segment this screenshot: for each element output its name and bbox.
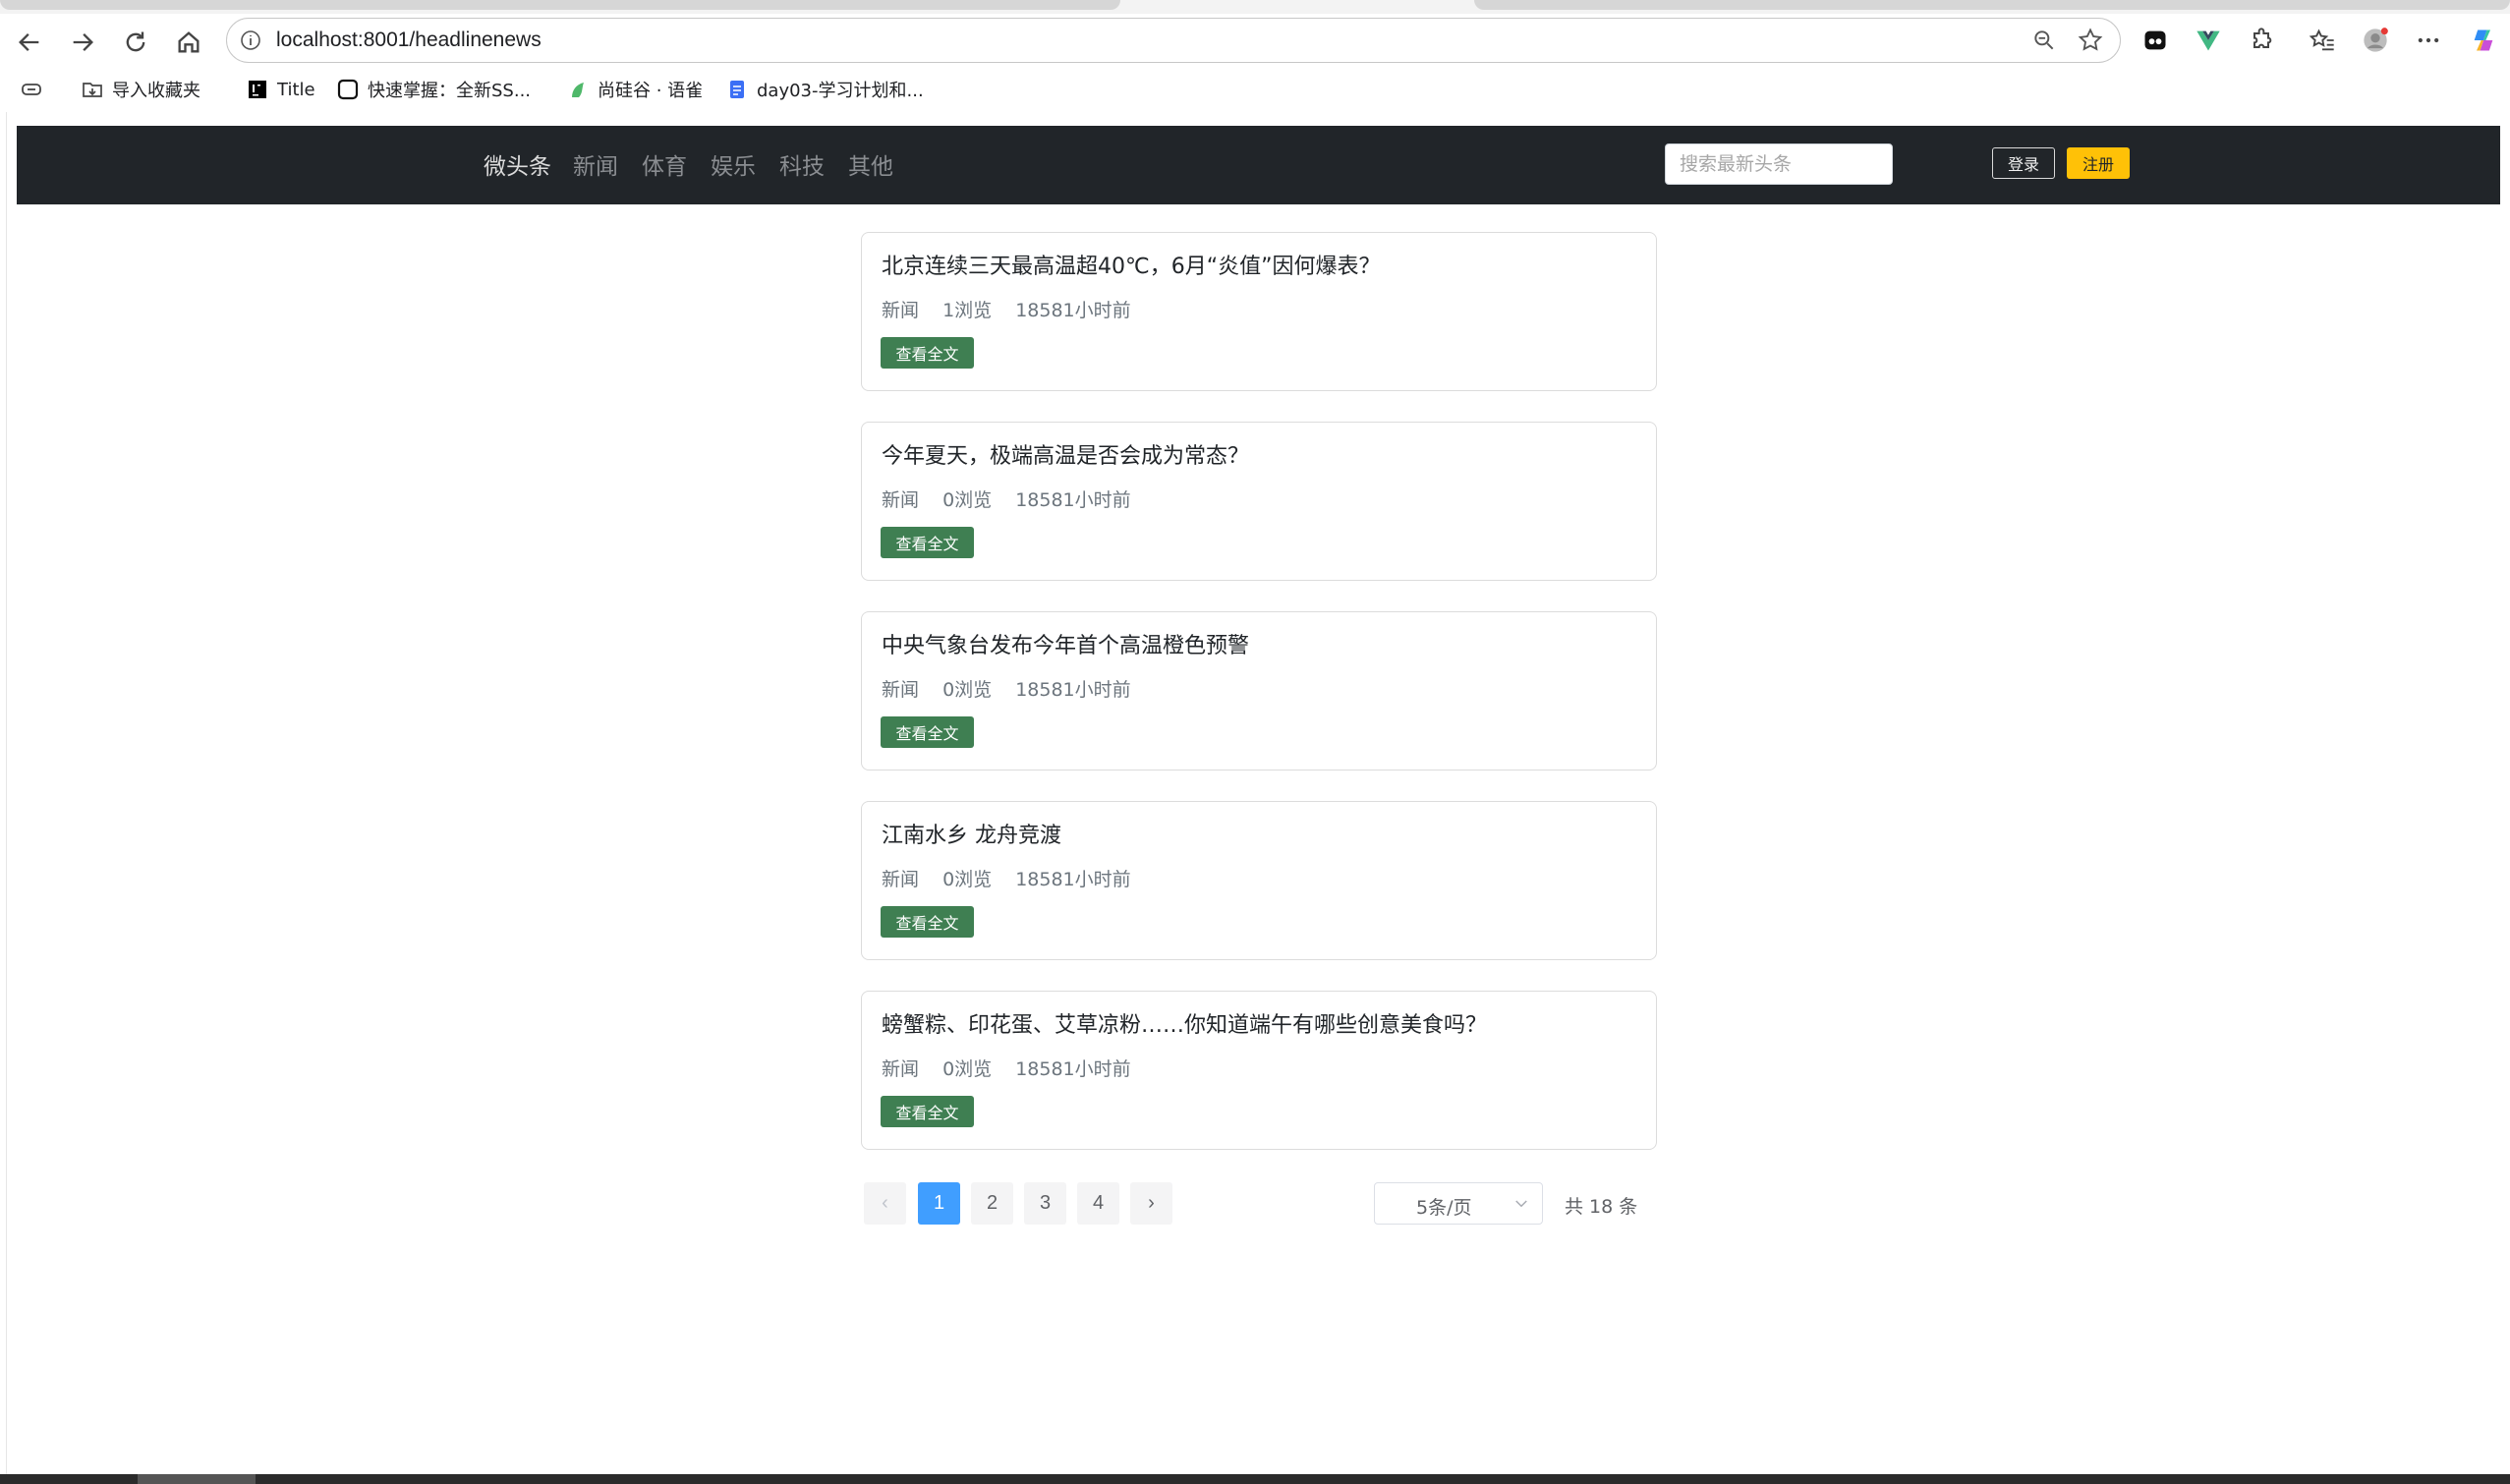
forward-icon[interactable] (67, 27, 98, 58)
extensions-puzzle-icon[interactable] (2247, 26, 2276, 55)
news-category: 新闻 (882, 489, 920, 511)
nav-link-news[interactable]: 新闻 (573, 147, 618, 181)
page-button-2[interactable]: 2 (971, 1182, 1013, 1225)
bookmark-day03[interactable]: day03-学习计划和... (725, 77, 924, 102)
home-icon[interactable] (173, 27, 204, 58)
nav-link-sports[interactable]: 体育 (642, 147, 687, 181)
brand-logo[interactable]: 微头条 (484, 147, 551, 181)
search-input[interactable] (1665, 143, 1893, 185)
prev-page-button[interactable]: ‹ (864, 1182, 906, 1225)
bookmark-label: 快速掌握：全新SS... (368, 81, 532, 101)
news-meta: 新闻 0浏览 18581小时前 (882, 485, 1149, 512)
site-navbar: 微头条 新闻 体育 娱乐 科技 其他 登录 注册 (17, 126, 2500, 204)
read-full-button[interactable]: 查看全文 (881, 1096, 974, 1127)
favorite-star-icon[interactable] (2077, 27, 2104, 54)
page-size-value: 5条/页 (1416, 1197, 1472, 1219)
news-meta: 新闻 1浏览 18581小时前 (882, 296, 1149, 322)
terminal-icon (336, 78, 360, 101)
bookmark-label: Title (277, 79, 315, 100)
news-title[interactable]: 中央气象台发布今年首个高温橙色预警 (882, 628, 1249, 659)
nav-link-entertainment[interactable]: 娱乐 (711, 147, 756, 181)
browser-toolbar: localhost:8001/headlinenews (0, 14, 2510, 67)
browser-tab-active[interactable] (0, 0, 1120, 10)
browser-tab[interactable] (1474, 0, 2510, 10)
bookmark-label: 导入收藏夹 (112, 81, 200, 101)
news-category: 新闻 (882, 300, 920, 321)
bookmark-ssm[interactable]: 快速掌握：全新SS... (336, 77, 531, 102)
news-title[interactable]: 江南水乡 龙舟竞渡 (882, 818, 1061, 849)
page-button-4[interactable]: 4 (1077, 1182, 1119, 1225)
news-views: 0浏览 (942, 679, 993, 701)
news-views: 0浏览 (942, 489, 993, 511)
news-card: 今年夏天，极端高温是否会成为常态？ 新闻 0浏览 18581小时前 查看全文 (861, 422, 1657, 581)
read-full-button[interactable]: 查看全文 (881, 906, 974, 938)
site-info-icon[interactable] (239, 29, 262, 52)
news-time: 18581小时前 (1015, 489, 1131, 511)
bookmark-title[interactable]: Title (246, 77, 315, 102)
total-count: 共 18 条 (1565, 1196, 1638, 1218)
nav-link-other[interactable]: 其他 (848, 147, 893, 181)
bookmarks-bar: 导入收藏夹 Title 快速掌握：全新SS... 尚硅谷 · 语雀 day03-… (0, 67, 2510, 112)
news-category: 新闻 (882, 1058, 920, 1080)
read-full-button[interactable]: 查看全文 (881, 527, 974, 558)
news-title[interactable]: 北京连续三天最高温超40℃，6月“炎值”因何爆表？ (882, 249, 1381, 280)
news-meta: 新闻 0浏览 18581小时前 (882, 865, 1149, 891)
favorites-list-icon[interactable] (2308, 26, 2337, 55)
url-text[interactable]: localhost:8001/headlinenews (276, 29, 542, 52)
document-icon (725, 78, 749, 101)
news-views: 0浏览 (942, 1058, 993, 1080)
news-card: 螃蟹粽、印花蛋、艾草凉粉……你知道端午有哪些创意美食吗？ 新闻 0浏览 1858… (861, 991, 1657, 1150)
bookmark-import[interactable]: 导入收藏夹 (81, 77, 200, 102)
login-button[interactable]: 登录 (1992, 147, 2055, 179)
news-time: 18581小时前 (1015, 1058, 1131, 1080)
news-meta: 新闻 0浏览 18581小时前 (882, 675, 1149, 702)
address-bar[interactable]: localhost:8001/headlinenews (226, 18, 2121, 63)
page-size-select[interactable]: 5条/页 (1374, 1182, 1543, 1225)
chevron-down-icon (1512, 1195, 1530, 1213)
bookmark-yuque[interactable]: 尚硅谷 · 语雀 (566, 77, 703, 102)
read-full-button[interactable]: 查看全文 (881, 337, 974, 369)
news-views: 0浏览 (942, 869, 993, 890)
news-meta: 新闻 0浏览 18581小时前 (882, 1055, 1149, 1081)
news-card: 中央气象台发布今年首个高温橙色预警 新闻 0浏览 18581小时前 查看全文 (861, 611, 1657, 771)
read-full-button[interactable]: 查看全文 (881, 716, 974, 748)
yuque-icon (566, 78, 590, 101)
news-title[interactable]: 今年夏天，极端高温是否会成为常态？ (882, 438, 1249, 470)
news-views: 1浏览 (942, 300, 993, 321)
news-time: 18581小时前 (1015, 679, 1131, 701)
copilot-icon[interactable] (2469, 26, 2498, 55)
taskbar-strip (0, 1474, 2510, 1484)
page-button-1[interactable]: 1 (918, 1182, 960, 1225)
news-card: 北京连续三天最高温超40℃，6月“炎值”因何爆表？ 新闻 1浏览 18581小时… (861, 232, 1657, 391)
vue-devtools-icon[interactable] (2194, 26, 2223, 55)
taskbar-segment (138, 1474, 256, 1484)
news-category: 新闻 (882, 679, 920, 701)
bookmark-label: day03-学习计划和... (757, 81, 924, 101)
zoom-icon[interactable] (2031, 28, 2057, 53)
nav-link-tech[interactable]: 科技 (779, 147, 825, 181)
reload-icon[interactable] (120, 27, 151, 58)
jetbrains-icon (246, 78, 269, 101)
bookmarks-toggle-icon[interactable] (20, 77, 43, 102)
extension-app-icon[interactable] (2140, 26, 2170, 55)
news-time: 18581小时前 (1015, 869, 1131, 890)
bookmark-label: 尚硅谷 · 语雀 (598, 81, 704, 101)
next-page-button[interactable]: › (1130, 1182, 1172, 1225)
news-card: 江南水乡 龙舟竞渡 新闻 0浏览 18581小时前 查看全文 (861, 801, 1657, 960)
more-menu-icon[interactable] (2414, 26, 2443, 55)
register-button[interactable]: 注册 (2067, 147, 2130, 179)
back-icon[interactable] (14, 27, 45, 58)
tab-strip (0, 0, 2510, 14)
page-button-3[interactable]: 3 (1024, 1182, 1066, 1225)
profile-avatar-icon[interactable] (2361, 26, 2390, 55)
news-category: 新闻 (882, 869, 920, 890)
import-bookmarks-icon (81, 78, 104, 101)
news-title[interactable]: 螃蟹粽、印花蛋、艾草凉粉……你知道端午有哪些创意美食吗？ (882, 1007, 1487, 1039)
news-time: 18581小时前 (1015, 300, 1131, 321)
